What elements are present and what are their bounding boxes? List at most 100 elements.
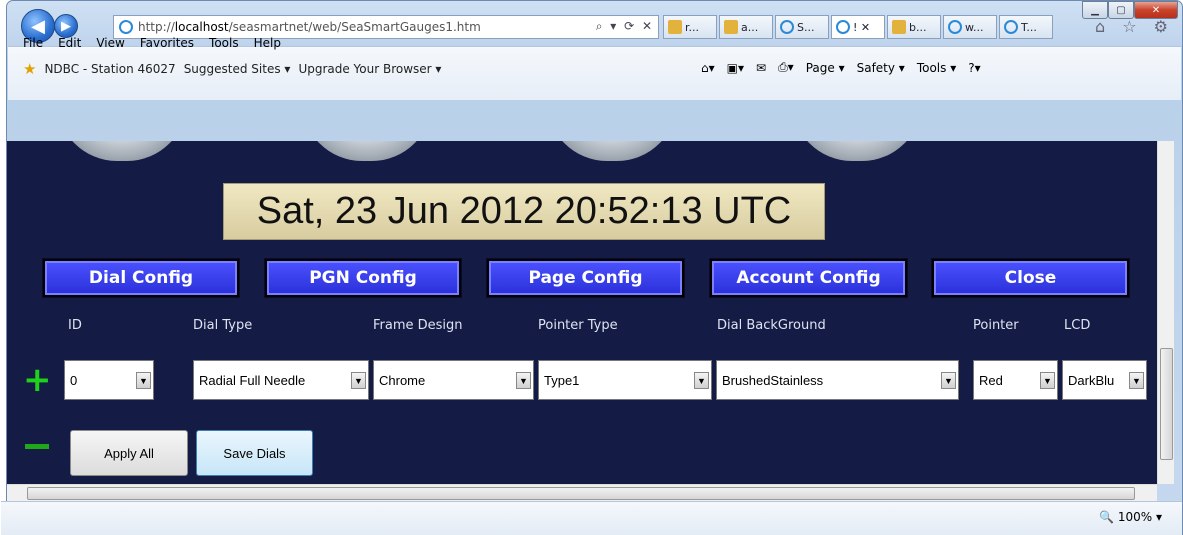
dropdown-arrow-icon[interactable]: ▼ — [1040, 372, 1055, 389]
vertical-scroll-thumb[interactable] — [1160, 348, 1173, 460]
safety-menu[interactable]: Safety ▾ — [857, 61, 905, 75]
remove-dial-icon[interactable] — [25, 444, 49, 449]
tab-label: S... — [797, 20, 815, 34]
ie-icon — [948, 20, 962, 34]
dropdown-arrow-icon[interactable]: ▼ — [136, 372, 151, 389]
bing-icon — [668, 20, 682, 34]
command-bar: ⌂▾ ▣▾ ✉ ⎙▾ Page ▾ Safety ▾ Tools ▾ ?▾ — [701, 60, 981, 75]
ie-page-icon — [119, 20, 133, 34]
gauge-2 — [302, 141, 432, 161]
menu-tools[interactable]: Tools — [209, 36, 239, 50]
bing-icon — [892, 20, 906, 34]
favorite-upgrade-browser[interactable]: Upgrade Your Browser ▾ — [298, 62, 441, 76]
menu-bar: File Edit View Favorites Tools Help — [23, 36, 281, 50]
id-value: 0 — [70, 372, 78, 388]
close-button[interactable]: Close — [932, 259, 1129, 297]
print-icon[interactable]: ⎙▾ — [778, 60, 794, 75]
tab-3[interactable]: S... — [775, 15, 829, 39]
forward-button[interactable]: ▶ — [54, 14, 78, 38]
favorite-ndbc[interactable]: NDBC - Station 46027 — [44, 62, 175, 76]
column-id: ID — [68, 318, 82, 333]
ie-icon — [836, 20, 850, 34]
dial-background-select[interactable]: BrushedStainless ▼ — [716, 360, 959, 400]
tab-label: ! ✕ — [853, 20, 871, 34]
feeds-icon[interactable]: ▣▾ — [727, 61, 744, 75]
horizontal-scroll-thumb[interactable] — [27, 487, 1135, 500]
menu-favorites[interactable]: Favorites — [140, 36, 194, 50]
account-config-button[interactable]: Account Config — [710, 259, 907, 297]
menu-help[interactable]: Help — [254, 36, 281, 50]
dial-type-value: Radial Full Needle — [199, 372, 306, 388]
add-dial-icon[interactable]: + — [23, 363, 52, 397]
url-host: localhost — [174, 20, 229, 34]
tab-label: T... — [1021, 20, 1037, 34]
address-tools-icon[interactable]: ⌕ ▾ ⟳ ✕ — [596, 19, 654, 34]
pointer-color-select[interactable]: Red ▼ — [973, 360, 1058, 400]
ie-icon — [1004, 20, 1018, 34]
column-pointer: Pointer — [973, 318, 1019, 333]
pointer-type-select[interactable]: Type1 ▼ — [538, 360, 712, 400]
page-config-button[interactable]: Page Config — [487, 259, 684, 297]
tab-7[interactable]: T... — [999, 15, 1053, 39]
menu-file[interactable]: File — [23, 36, 43, 50]
tab-2[interactable]: a... — [719, 15, 773, 39]
bing-icon — [724, 20, 738, 34]
pointer-type-value: Type1 — [544, 372, 580, 388]
tab-5[interactable]: b... — [887, 15, 941, 39]
tools-menu[interactable]: Tools ▾ — [917, 61, 956, 75]
tab-label: b... — [909, 20, 927, 34]
column-pointer-type: Pointer Type — [538, 318, 618, 333]
tab-label: r... — [685, 20, 700, 34]
tab-label: w... — [965, 20, 984, 34]
tab-active[interactable]: ! ✕ — [831, 15, 885, 39]
zoom-value: 100% — [1117, 510, 1153, 524]
menu-view[interactable]: View — [96, 36, 124, 50]
dial-config-button[interactable]: Dial Config — [43, 259, 239, 297]
home-icon[interactable]: ⌂▾ — [701, 61, 715, 75]
vertical-scrollbar[interactable] — [1157, 141, 1174, 484]
column-dial-background: Dial BackGround — [717, 318, 826, 333]
column-lcd: LCD — [1064, 318, 1091, 333]
url-prefix: http:// — [138, 20, 175, 34]
horizontal-scrollbar[interactable] — [7, 484, 1157, 501]
dial-background-value: BrushedStainless — [722, 372, 824, 388]
zoom-level[interactable]: 🔍 100% ▾ — [1099, 510, 1162, 524]
datetime-display: Sat, 23 Jun 2012 20:52:13 UTC — [223, 183, 825, 240]
tab-label: a... — [741, 20, 759, 34]
dropdown-arrow-icon[interactable]: ▼ — [516, 372, 531, 389]
dropdown-arrow-icon[interactable]: ▼ — [351, 372, 366, 389]
home-favorites-settings-icons[interactable]: ⌂ ☆ ⚙ — [1095, 17, 1174, 36]
gauge-1 — [57, 141, 187, 161]
pointer-color-value: Red — [979, 372, 1003, 388]
column-dial-type: Dial Type — [193, 318, 253, 333]
dropdown-arrow-icon[interactable]: ▼ — [1129, 372, 1144, 389]
column-frame-design: Frame Design — [373, 318, 463, 333]
status-bar: 🔍 100% ▾ — [1, 501, 1182, 535]
apply-all-button[interactable]: Apply All — [70, 430, 188, 476]
help-icon[interactable]: ?▾ — [968, 61, 980, 75]
lcd-color-value: DarkBlu — [1068, 372, 1115, 388]
mail-icon[interactable]: ✉ — [756, 61, 766, 75]
tab-strip: r... a... S... ! ✕ b... w... T... — [663, 15, 1053, 39]
save-dials-button[interactable]: Save Dials — [196, 430, 313, 476]
tab-6[interactable]: w... — [943, 15, 997, 39]
favorites-bar: ★ NDBC - Station 46027 Suggested Sites ▾… — [23, 60, 441, 78]
lcd-color-select[interactable]: DarkBlu ▼ — [1062, 360, 1147, 400]
dropdown-arrow-icon[interactable]: ▼ — [941, 372, 956, 389]
id-select[interactable]: 0 ▼ — [64, 360, 154, 400]
gauge-4 — [792, 141, 922, 161]
gauge-3 — [547, 141, 677, 161]
url-path: /seasmartnet/web/SeaSmartGauges1.htm — [228, 20, 481, 34]
ie-icon — [780, 20, 794, 34]
tab-1[interactable]: r... — [663, 15, 717, 39]
page-content: Sat, 23 Jun 2012 20:52:13 UTC Dial Confi… — [7, 141, 1157, 484]
dropdown-arrow-icon[interactable]: ▼ — [694, 372, 709, 389]
page-menu[interactable]: Page ▾ — [806, 61, 845, 75]
dial-type-select[interactable]: Radial Full Needle ▼ — [193, 360, 369, 400]
favorite-suggested-sites[interactable]: Suggested Sites ▾ — [184, 62, 291, 76]
pgn-config-button[interactable]: PGN Config — [265, 259, 461, 297]
frame-design-value: Chrome — [379, 372, 426, 388]
frame-design-select[interactable]: Chrome ▼ — [373, 360, 534, 400]
favorites-star-icon[interactable]: ★ — [23, 60, 36, 78]
menu-edit[interactable]: Edit — [58, 36, 81, 50]
